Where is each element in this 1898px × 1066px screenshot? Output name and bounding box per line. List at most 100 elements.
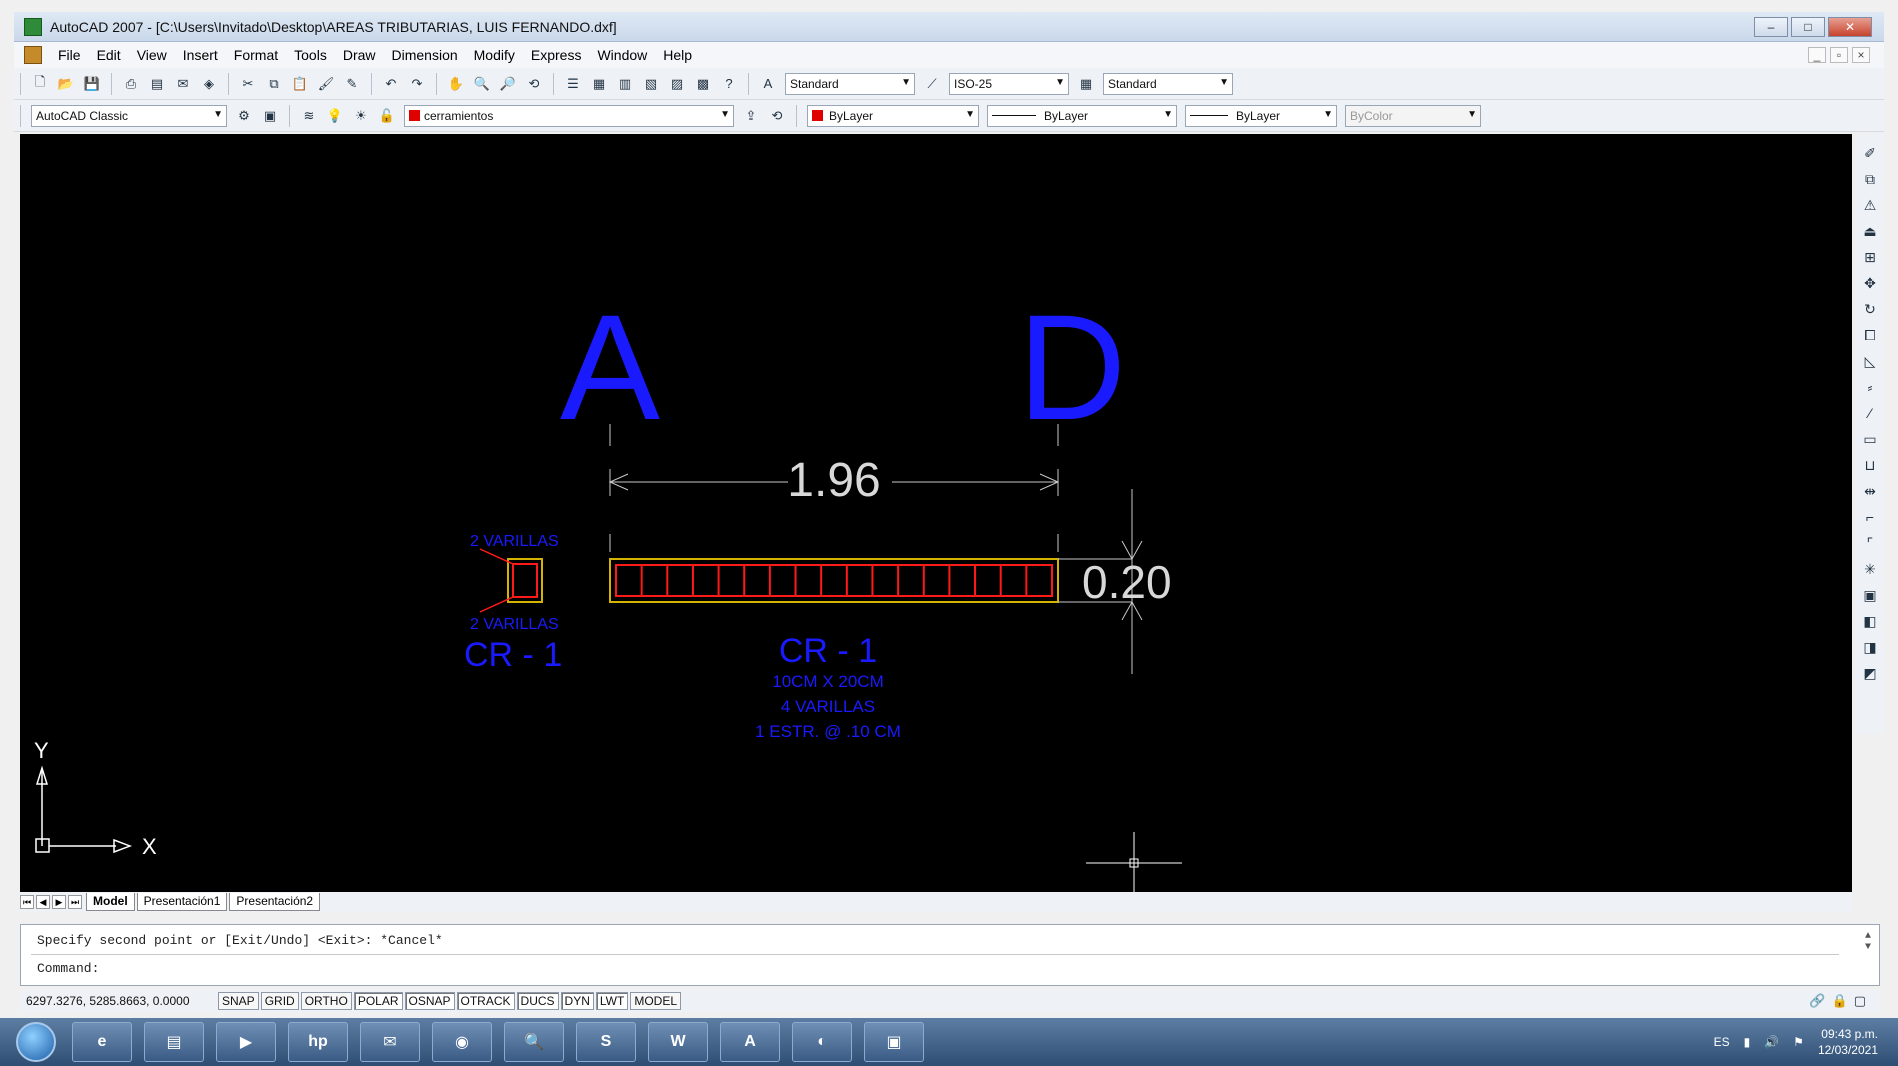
cut-icon[interactable]: ✂ (237, 73, 259, 95)
scale-icon[interactable]: ⧠ (1859, 324, 1881, 346)
taskbar-app[interactable]: ◐ (792, 1022, 852, 1062)
menu-help[interactable]: Help (655, 47, 700, 63)
beam-cross-section[interactable]: 2 VARILLAS 2 VARILLAS CR - 1 (464, 533, 562, 674)
help-icon[interactable]: ? (718, 73, 740, 95)
minimize-button[interactable]: – (1754, 16, 1788, 37)
design-center-icon[interactable]: ▦ (588, 73, 610, 95)
explode-icon[interactable]: ✳ (1859, 558, 1881, 580)
drawing-area[interactable]: A D 1.96 0.20 2 VARILLAS 2 VARILLAS CR -… (20, 134, 1852, 892)
doc-close-button[interactable]: × (1852, 47, 1870, 63)
lock-toolbar-icon[interactable]: 🔒 (1832, 993, 1848, 1009)
workspace-select[interactable]: AutoCAD Classic ▼ (31, 104, 227, 127)
last-tab-button[interactable]: ⏭ (68, 895, 82, 909)
first-tab-button[interactable]: ⏮ (20, 895, 34, 909)
layer-freeze-icon[interactable]: ☀ (350, 105, 372, 127)
model-toggle[interactable]: MODEL (630, 992, 682, 1010)
taskbar-mail[interactable]: ✉ (360, 1022, 420, 1062)
grid-toggle[interactable]: GRID (260, 992, 299, 1010)
menu-format[interactable]: Format (226, 47, 286, 63)
taskbar-skype[interactable]: S (576, 1022, 636, 1062)
table-style-select[interactable]: Standard ▼ (1103, 72, 1233, 95)
taskbar-media-player[interactable]: ▶ (216, 1022, 276, 1062)
menu-edit[interactable]: Edit (89, 47, 129, 63)
tab-presentacion1[interactable]: Presentación1 (136, 893, 228, 911)
layer-select[interactable]: cerramientos ▼ (404, 104, 734, 127)
make-current-layer-icon[interactable]: ⇪ (740, 105, 762, 127)
menu-tools[interactable]: Tools (286, 47, 335, 63)
taskbar-app2[interactable]: ▣ (864, 1022, 924, 1062)
next-tab-button[interactable]: ▶ (52, 895, 66, 909)
lineweight-select[interactable]: ByLayer ▼ (1185, 104, 1337, 127)
flag-icon[interactable]: ⚑ (1793, 1035, 1804, 1049)
tab-model[interactable]: Model (86, 893, 135, 911)
menu-express[interactable]: Express (523, 47, 590, 63)
paste-icon[interactable]: 📋 (289, 73, 311, 95)
join-icon[interactable]: ⇹ (1859, 480, 1881, 502)
command-prompt[interactable]: Command: (37, 961, 99, 976)
zoom-window-icon[interactable]: 🔎 (497, 73, 519, 95)
command-window[interactable]: Specify second point or [Exit/Undo] <Exi… (20, 924, 1880, 986)
menu-draw[interactable]: Draw (335, 47, 384, 63)
coordinate-readout[interactable]: 6297.3276, 5285.8663, 0.0000 (20, 994, 218, 1008)
close-button[interactable]: ✕ (1828, 16, 1872, 37)
block-editor-icon[interactable]: ✎ (341, 73, 363, 95)
language-indicator[interactable]: ES (1714, 1035, 1730, 1049)
tool-palettes-icon[interactable]: ▥ (614, 73, 636, 95)
snap-toggle[interactable]: SNAP (218, 992, 259, 1010)
save-workspace-icon[interactable]: ▣ (259, 105, 281, 127)
taskbar-autocad[interactable]: A (720, 1022, 780, 1062)
clean-screen-icon[interactable]: ▢ (1854, 993, 1866, 1009)
offset-icon[interactable]: ⏏ (1859, 220, 1881, 242)
match-properties-icon[interactable]: 🖌 (315, 73, 337, 95)
beam-elevation[interactable] (609, 558, 1059, 603)
bring-above-icon[interactable]: ◩ (1859, 662, 1881, 684)
chamfer-icon[interactable]: ⌐ (1859, 506, 1881, 528)
break-icon[interactable]: ⊔ (1859, 454, 1881, 476)
publish-icon[interactable]: ✉ (172, 73, 194, 95)
taskbar-file-explorer[interactable]: ▤ (144, 1022, 204, 1062)
vertical-dimension[interactable]: 0.20 (1058, 489, 1172, 674)
doc-minimize-button[interactable]: _ (1808, 47, 1826, 63)
layer-manager-icon[interactable]: ≋ (298, 105, 320, 127)
plot-preview-icon[interactable]: ▤ (146, 73, 168, 95)
layer-on-icon[interactable]: 💡 (324, 105, 346, 127)
communication-center-icon[interactable]: 🔗 (1809, 993, 1825, 1009)
sheet-set-icon[interactable]: ▧ (640, 73, 662, 95)
layer-lock-icon[interactable]: 🔓 (376, 105, 398, 127)
menu-window[interactable]: Window (589, 47, 655, 63)
print-icon[interactable]: ⎙ (120, 73, 142, 95)
pan-icon[interactable]: ✋ (445, 73, 467, 95)
taskbar-chrome[interactable]: ◉ (432, 1022, 492, 1062)
redo-icon[interactable]: ↷ (406, 73, 428, 95)
dyn-toggle[interactable]: DYN (560, 992, 594, 1010)
maximize-button[interactable]: □ (1791, 16, 1825, 37)
autocad-app-icon[interactable] (24, 17, 42, 36)
tab-presentacion2[interactable]: Presentación2 (229, 893, 321, 911)
menu-insert[interactable]: Insert (175, 47, 226, 63)
3d-dwf-icon[interactable]: ◈ (198, 73, 220, 95)
text-style-select[interactable]: Standard ▼ (785, 72, 915, 95)
lwt-toggle[interactable]: LWT (595, 992, 629, 1010)
new-icon[interactable]: 🗋 (29, 73, 51, 95)
stretch-icon[interactable]: ◺ (1859, 350, 1881, 372)
start-button[interactable] (16, 1022, 56, 1062)
beam-annotation[interactable]: CR - 1 10CM X 20CM 4 VARILLAS 1 ESTR. @ … (755, 632, 901, 741)
polar-toggle[interactable]: POLAR (353, 992, 403, 1010)
array-icon[interactable]: ⊞ (1859, 246, 1881, 268)
network-icon[interactable]: ▮ (1744, 1035, 1751, 1049)
dim-style-select[interactable]: ISO-25 ▼ (949, 72, 1069, 95)
copy-icon[interactable]: ⧉ (263, 73, 285, 95)
menu-view[interactable]: View (129, 47, 175, 63)
horizontal-dimension[interactable]: 1.96 (608, 454, 1060, 507)
linetype-select[interactable]: ByLayer ▼ (987, 104, 1177, 127)
send-back-icon[interactable]: ◨ (1859, 636, 1881, 658)
zoom-previous-icon[interactable]: ⟲ (523, 73, 545, 95)
open-icon[interactable]: 📂 (55, 73, 77, 95)
ortho-toggle[interactable]: ORTHO (300, 992, 352, 1010)
extend-icon[interactable]: ⁄ (1859, 402, 1881, 424)
taskbar-internet-explorer[interactable]: e (72, 1022, 132, 1062)
markup-icon[interactable]: ▨ (666, 73, 688, 95)
clock[interactable]: 09:43 p.m. 12/03/2021 (1818, 1026, 1878, 1058)
zoom-realtime-icon[interactable]: 🔍 (471, 73, 493, 95)
erase-icon[interactable]: ✐ (1859, 142, 1881, 164)
